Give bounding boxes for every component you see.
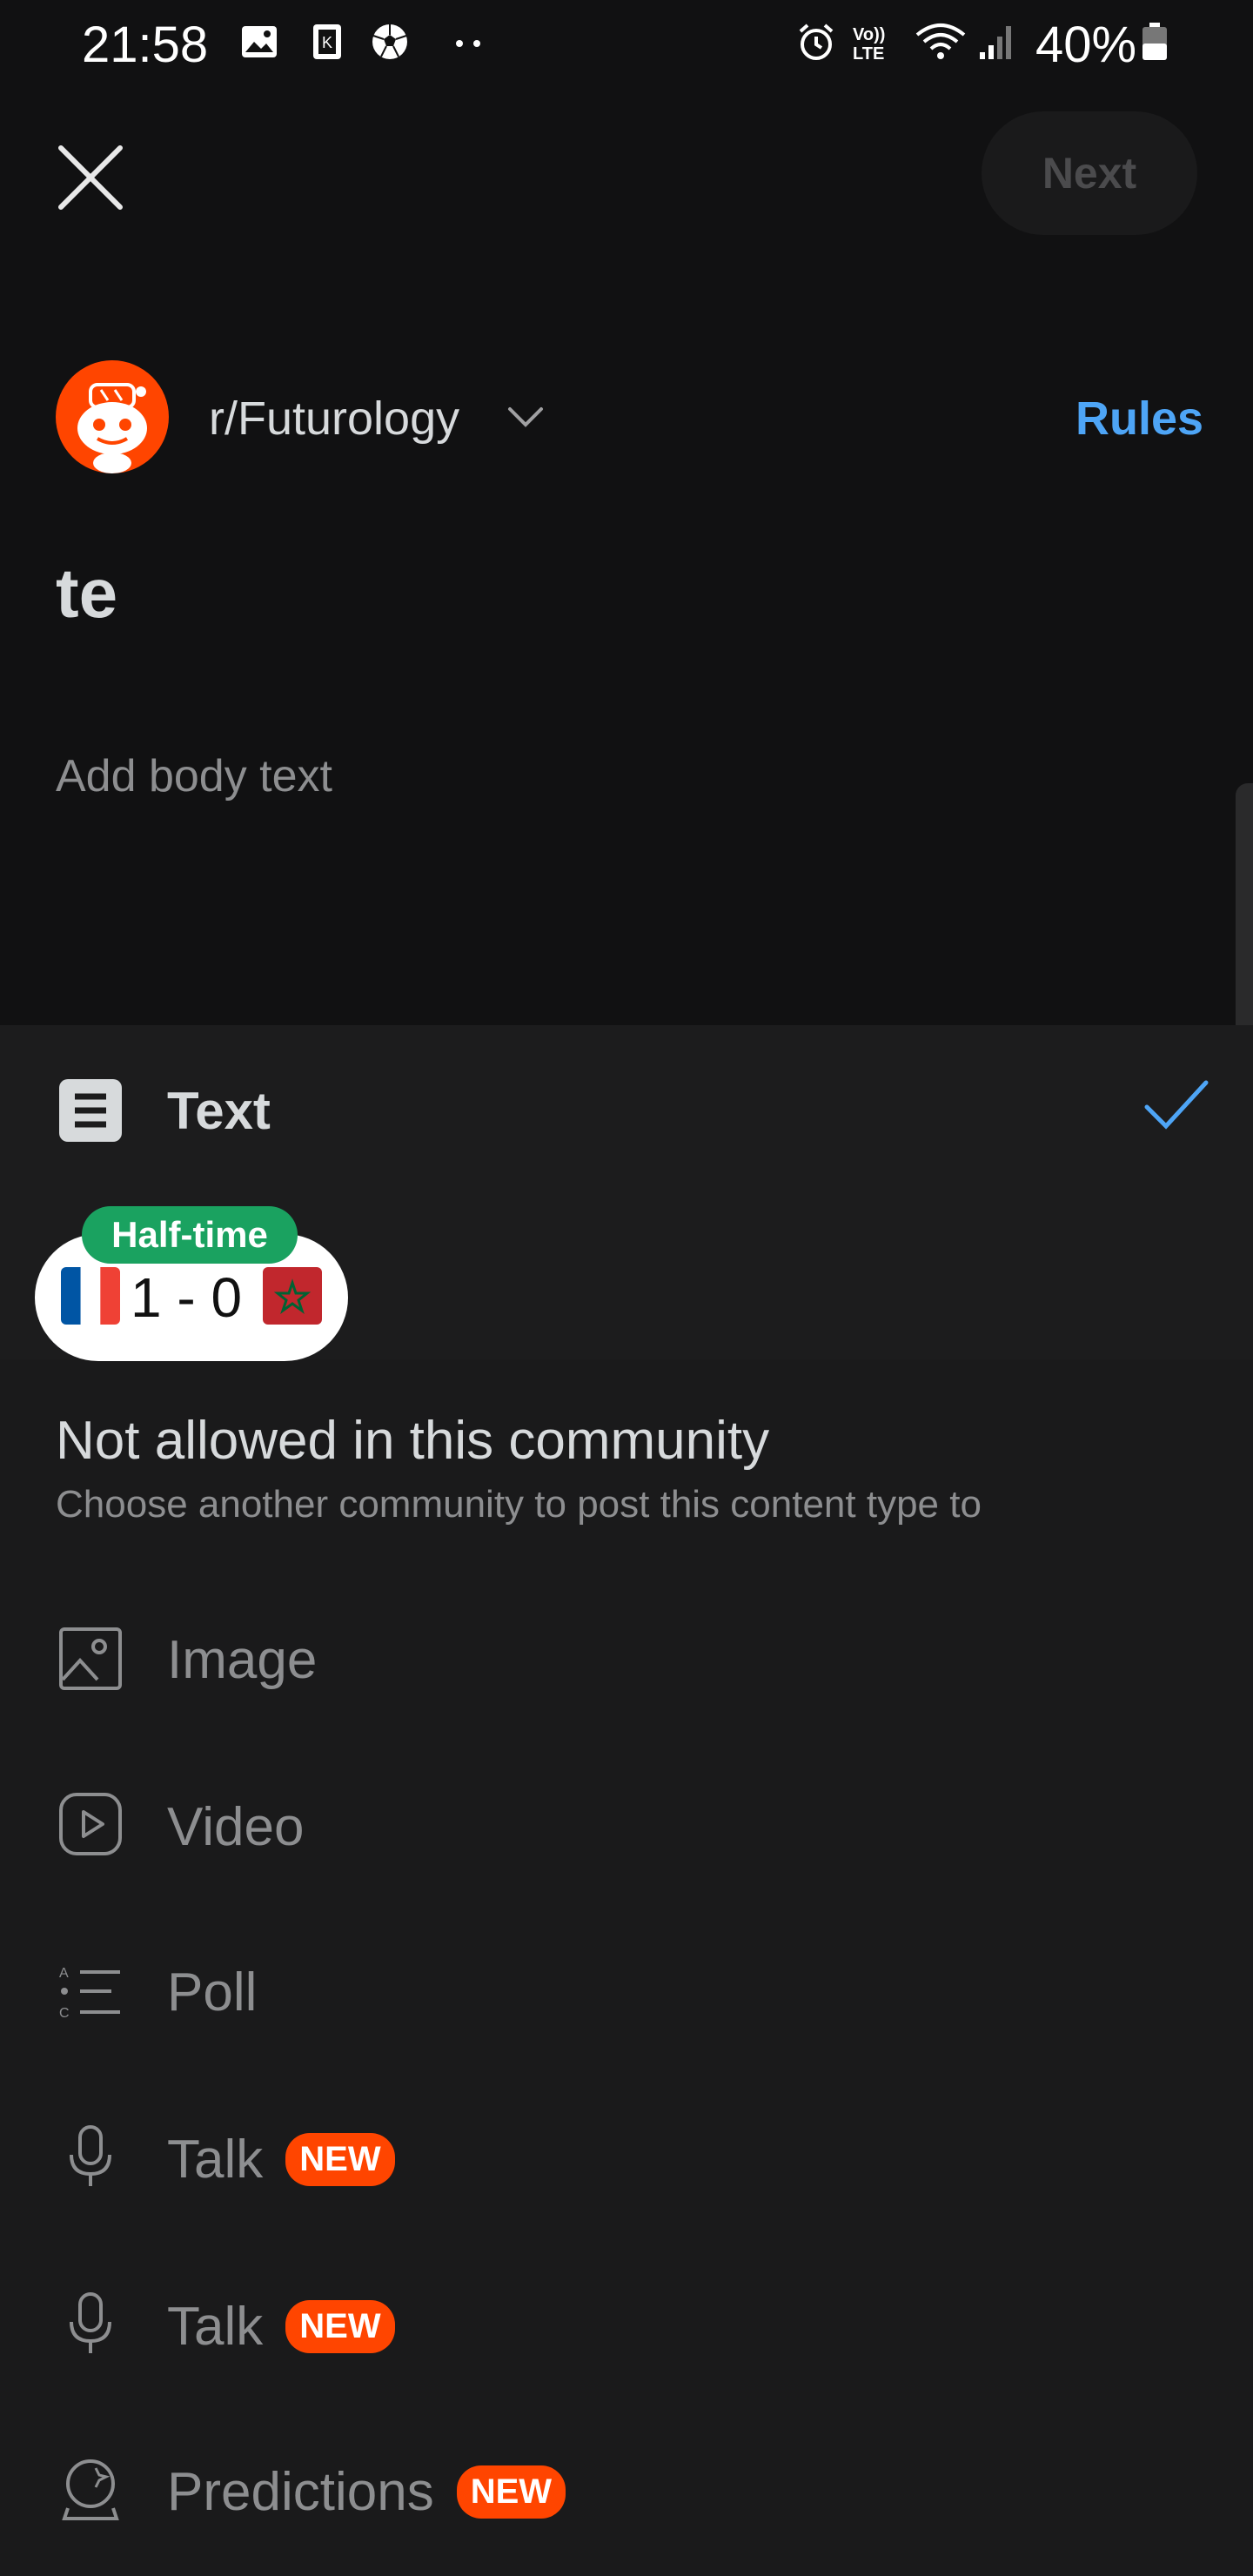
battery-icon: [1142, 23, 1167, 60]
new-badge: NEW: [285, 2133, 395, 2186]
rules-link[interactable]: Rules: [1075, 392, 1203, 446]
svg-text:Vo)): Vo)): [853, 25, 885, 44]
france-flag-icon: [61, 1267, 120, 1325]
text-post-icon: [59, 1079, 122, 1142]
match-score: 1 - 0: [131, 1266, 243, 1329]
video-icon: [59, 1793, 122, 1855]
microphone-icon: [70, 2125, 111, 2186]
close-button[interactable]: [52, 139, 129, 216]
post-title-field[interactable]: te: [56, 553, 117, 634]
svg-text:C: C: [59, 2006, 70, 2021]
type-option-image[interactable]: Image: [167, 1629, 317, 1691]
not-allowed-title: Not allowed in this community: [56, 1411, 770, 1471]
gallery-icon: [242, 26, 277, 57]
microphone-icon: [70, 2292, 111, 2353]
type-option-label: Poll: [167, 1962, 258, 2023]
poll-icon: AC: [59, 1966, 120, 2021]
snoo-icon: [77, 383, 147, 473]
predictions-icon: [62, 2459, 119, 2520]
type-option-talk[interactable]: Talk NEW: [167, 2129, 395, 2190]
status-time: 21:58: [82, 17, 209, 73]
svg-text:K: K: [322, 34, 332, 51]
morocco-flag-icon: [263, 1267, 322, 1325]
checkmark-icon: [1144, 1080, 1209, 1130]
type-option-predictions[interactable]: Predictions NEW: [167, 2461, 566, 2523]
type-option-label: Video: [167, 1797, 305, 1857]
type-option-poll[interactable]: Poll: [167, 1962, 257, 2023]
svg-text:A: A: [59, 1966, 69, 1981]
image-icon: [59, 1627, 122, 1690]
post-body-field[interactable]: Add body text: [56, 750, 332, 802]
signal-icon: [980, 26, 1011, 59]
soccer-icon: [372, 24, 407, 59]
status-bar: 21:58 K Vo)) LTE 40%: [0, 0, 1253, 87]
type-option-label: Talk: [167, 2130, 264, 2190]
community-avatar[interactable]: [56, 360, 169, 473]
wifi-icon: [915, 23, 966, 59]
next-button[interactable]: Next: [982, 111, 1197, 235]
type-option-label: Talk: [167, 2297, 264, 2357]
selected-type-label: Text: [167, 1082, 271, 1140]
type-option-label: Image: [167, 1630, 318, 1690]
more-dots-icon: [456, 40, 480, 47]
type-option-video[interactable]: Video: [167, 1796, 304, 1858]
alarm-icon: [799, 23, 834, 60]
not-allowed-subtitle: Choose another community to post this co…: [56, 1483, 982, 1526]
new-badge: NEW: [456, 2465, 566, 2519]
battery-percentage: 40%: [1035, 17, 1137, 73]
notification-k-icon: K: [313, 24, 341, 59]
volte-icon: Vo))LTE: [853, 25, 885, 63]
svg-text:LTE: LTE: [853, 44, 884, 63]
new-badge: NEW: [285, 2300, 395, 2353]
chevron-down-icon[interactable]: [505, 402, 546, 432]
match-status-badge: Half-time: [82, 1206, 298, 1264]
type-option-talk[interactable]: Talk NEW: [167, 2296, 395, 2358]
community-name[interactable]: r/Futurology: [209, 392, 459, 446]
type-option-label: Predictions: [167, 2462, 434, 2522]
